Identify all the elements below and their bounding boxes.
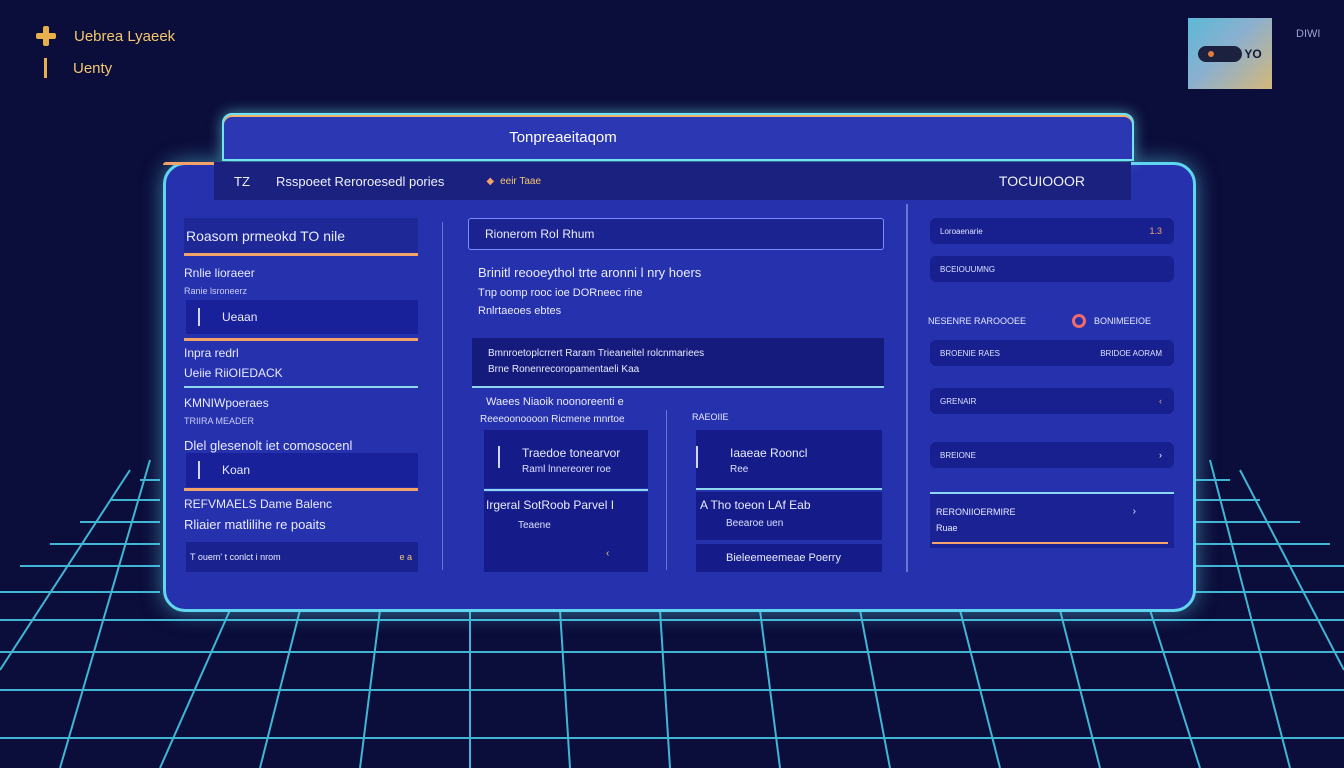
center-card-4[interactable]: A Tho toeon LAf Eab Beearoe uen	[696, 492, 882, 540]
right-long-line-2: Ruae	[936, 523, 958, 533]
right-pill-2-label: BCEIOUUMNG	[940, 264, 996, 274]
toolbar-link-label: eeir Taae	[500, 175, 542, 187]
gear-icon[interactable]	[1072, 314, 1086, 328]
center-heading-field[interactable]: Rionerom RoI Rhum	[468, 218, 884, 250]
center-card-1-title: Traedoe tonearvor	[522, 446, 621, 460]
center-line-1: Brinitl reooeythol trte aronni l nry hoe…	[478, 265, 702, 280]
right-long-row[interactable]: RERONIIOERMIRE Ruae ›	[930, 492, 1174, 548]
toolbar-path[interactable]: Rsspoeet Reroroesedl pories	[276, 174, 444, 189]
center-card-4-title: A Tho toeon LAf Eab	[700, 498, 811, 512]
column-divider-left	[442, 222, 443, 570]
pipe-icon	[198, 308, 200, 326]
left-item-3-subtitle: TRIIRA MEADER	[184, 416, 255, 426]
left-item-4-title: REFVMAELS Dame Balenc	[184, 497, 333, 511]
left-item-3-title: KMNIWpoeraes	[184, 396, 269, 410]
left-item-3-text: Dlel glesenolt iet comosocenl	[184, 438, 353, 453]
divider	[932, 542, 1168, 544]
top-right-label: DIWI	[1296, 28, 1321, 40]
center-card-2-subtitle: Teaene	[518, 520, 551, 531]
center-card-2-arrow[interactable]: ‹	[606, 548, 609, 559]
left-item-1[interactable]: Rnlie lioraeer Ranie lsroneerz	[184, 266, 418, 296]
app-logo[interactable]: YO	[1188, 18, 1272, 89]
left-item-2[interactable]: Inpra redrl Ueiie RiiOIEDACK	[184, 346, 418, 380]
top-left-item-2-label: Uenty	[73, 59, 113, 77]
left-item-2-title: Inpra redrl	[184, 346, 239, 360]
arrow-icon: ◆	[486, 175, 495, 187]
center-card-1[interactable]: Traedoe tonearvor Raml lnnereorer roe	[484, 430, 648, 488]
right-pill-4[interactable]: GRENAIR ‹	[930, 388, 1174, 414]
right-pill-3-label: BROENIE RAES	[940, 348, 1001, 358]
divider	[184, 488, 418, 491]
center-line-2: Tnp oomp rooc ioe DORneec rine	[478, 287, 643, 299]
column-divider-right	[906, 204, 908, 572]
toolbar-number: TZ	[234, 173, 250, 189]
window-header: Tonpreaeitaqom	[222, 113, 1134, 161]
divider	[184, 386, 418, 388]
left-item-1-title: Rnlie lioraeer	[184, 266, 255, 280]
top-left-item-1[interactable]: Uebrea Lyaeek	[36, 26, 175, 46]
divider	[484, 489, 648, 491]
right-pill-1-value: 1.3	[1149, 226, 1162, 236]
pipe-icon	[498, 446, 500, 468]
center-divider	[666, 410, 667, 570]
center-box-line-1: Bmnroetoplcrrert Raram Trieaneitel rolcn…	[488, 348, 705, 359]
center-card-4-subtitle: Beearoe uen	[726, 518, 784, 529]
center-box-line-2: Brne Ronenrecoropamentaeli Kaa	[488, 364, 640, 375]
divider	[184, 338, 418, 341]
center-card-3-title: Iaaeae Rooncl	[730, 446, 808, 460]
center-card-5[interactable]: Bieleemeemeae Poerry	[696, 544, 882, 572]
chevron-right-icon: ›	[1132, 506, 1136, 517]
center-card-2-title: Irgeral SotRoob Parvel I	[486, 498, 615, 512]
top-left-item-2[interactable]: Uenty	[36, 58, 112, 78]
right-pill-2[interactable]: BCEIOUUMNG	[930, 256, 1174, 282]
logo-text: YO	[1244, 46, 1262, 61]
divider	[696, 488, 882, 490]
right-pill-1-label: Loroaenarie	[940, 226, 983, 236]
center-label-left-sub: Reeeoonoooon Ricmene mnrtoe	[480, 414, 625, 425]
right-pill-3[interactable]: BROENIE RAES BRIDOE AORAM	[930, 340, 1174, 366]
left-item-2-subtitle: Ueiie RiiOIEDACK	[184, 366, 283, 380]
left-footer-label: T ouem' t conlct i nrom	[190, 552, 281, 562]
left-box-1[interactable]: Ueaan	[186, 300, 418, 334]
center-card-3-subtitle: Ree	[730, 464, 749, 475]
left-box-1-label: Ueaan	[222, 310, 258, 324]
center-card-5-title: Bieleemeemeae Poerry	[726, 552, 841, 564]
left-item-4-text: Rliaier matlilihe re poaits	[184, 517, 326, 532]
window-title: Tonpreaeitaqom	[509, 128, 617, 146]
right-section-right: BONIMEEIOE	[1094, 316, 1152, 326]
right-pill-3-value: BRIDOE AORAM	[1100, 348, 1162, 358]
right-pill-5-label: BREIONE	[940, 450, 977, 460]
left-item-4[interactable]: REFVMAELS Dame Balenc Rliaier matlilihe …	[184, 497, 418, 532]
right-pill-5[interactable]: BREIONE ›	[930, 442, 1174, 468]
left-footer-end: e a	[399, 552, 412, 562]
plus-icon	[36, 26, 56, 46]
right-pill-4-arrow: ‹	[1159, 396, 1162, 406]
left-item-3[interactable]: KMNIWpoeraes TRIIRA MEADER Dlel glesenol…	[184, 396, 418, 453]
right-pill-4-label: GRENAIR	[940, 396, 977, 406]
left-panel-heading: Roasom prmeokd TO nile	[184, 218, 418, 256]
center-label-left: Waees Niaoik noonoreenti e	[486, 396, 624, 408]
right-pill-5-arrow: ›	[1159, 450, 1162, 460]
toolbar-link[interactable]: ◆ eeir Taae	[486, 176, 541, 187]
vertical-bar-icon	[44, 58, 47, 78]
toolbar: TZ Rsspoeet Reroroesedl pories ◆ eeir Ta…	[214, 162, 1131, 200]
center-info-box[interactable]: Bmnroetoplcrrert Raram Trieaneitel rolcn…	[472, 338, 884, 388]
top-left-item-1-label: Uebrea Lyaeek	[74, 27, 176, 45]
center-card-2[interactable]: Irgeral SotRoob Parvel I Teaene ‹	[484, 492, 648, 572]
left-box-2[interactable]: Koan	[186, 453, 418, 487]
left-footer-row[interactable]: T ouem' t conlct i nrom e a	[186, 542, 418, 572]
scene: Uebrea Lyaeek Uenty YO DIWI Tonpreaeitaq…	[0, 0, 1344, 768]
toolbar-right-button[interactable]: TOCUIOOOR	[999, 173, 1085, 189]
left-box-2-label: Koan	[222, 463, 251, 477]
center-card-1-subtitle: Raml lnnereorer roe	[522, 464, 611, 475]
center-card-3[interactable]: Iaaeae Rooncl Ree	[696, 430, 882, 488]
pipe-icon	[696, 446, 698, 468]
right-pill-1[interactable]: Loroaenarie 1.3	[930, 218, 1174, 244]
pipe-icon	[198, 461, 200, 479]
key-icon	[1198, 45, 1243, 62]
left-item-1-subtitle: Ranie lsroneerz	[184, 286, 248, 296]
right-section-left: NESENRE RAROOOEE	[928, 316, 1027, 326]
center-label-right: RAEOIIE	[692, 412, 729, 422]
center-line-3: Rnlrtaeoes ebtes	[478, 305, 562, 317]
